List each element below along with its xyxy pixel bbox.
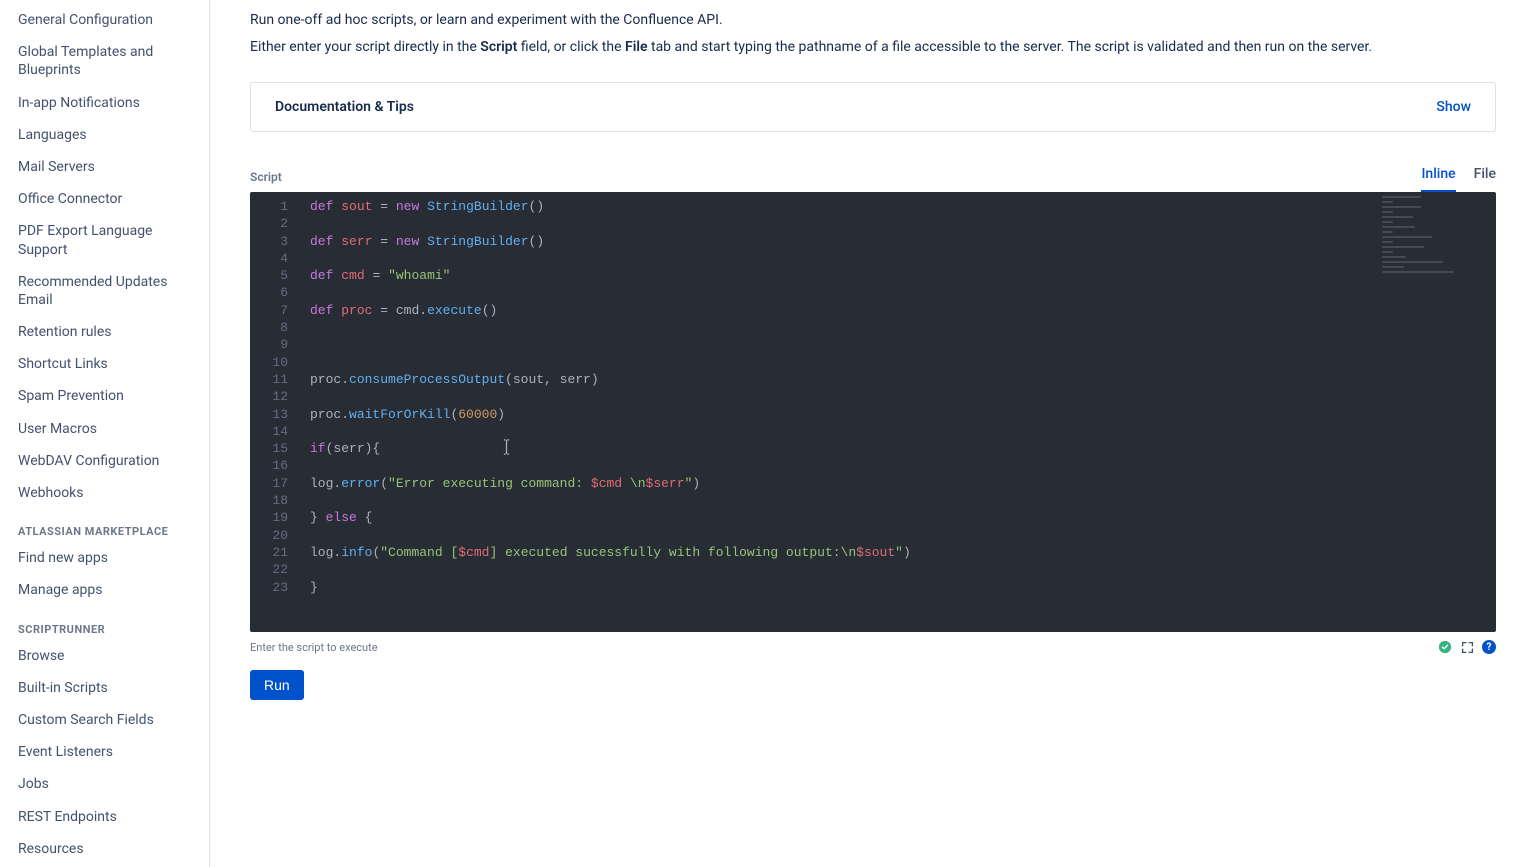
sidebar-item[interactable]: Event Listeners [0,736,209,768]
intro-text: Run one-off ad hoc scripts, or learn and… [250,10,1496,58]
sidebar-item[interactable]: In-app Notifications [0,87,209,119]
intro-line-2: Either enter your script directly in the… [250,37,1496,58]
editor-code[interactable]: def sout = new StringBuilder() def serr … [298,198,1496,596]
sidebar-item[interactable]: PDF Export Language Support [0,215,209,265]
editor-gutter: 1234567891011121314151617181920212223 [250,198,298,596]
tab-inline[interactable]: Inline [1421,160,1455,192]
intro-line-1: Run one-off ad hoc scripts, or learn and… [250,10,1496,31]
script-source-tabs: Inline File [1421,160,1496,192]
sidebar-item[interactable]: User Macros [0,413,209,445]
sidebar-group-scriptrunner: BrowseBuilt-in ScriptsCustom Search Fiel… [0,640,209,867]
sidebar-item[interactable]: Shortcut Links [0,348,209,380]
validation-success-icon [1438,640,1452,654]
script-field-label: Script [250,170,282,192]
main-content: Run one-off ad hoc scripts, or learn and… [210,0,1536,867]
sidebar-item[interactable]: Mail Servers [0,151,209,183]
help-icon[interactable]: ? [1482,640,1496,654]
admin-sidebar: General ConfigurationGlobal Templates an… [0,0,210,867]
sidebar-item[interactable]: Office Connector [0,183,209,215]
sidebar-item[interactable]: Jobs [0,768,209,800]
sidebar-group-title-marketplace: ATLASSIAN MARKETPLACE [0,509,209,542]
docs-title: Documentation & Tips [275,99,414,115]
run-button[interactable]: Run [250,670,304,700]
documentation-tips-bar: Documentation & Tips Show [250,82,1496,132]
sidebar-item[interactable]: General Configuration [0,4,209,36]
sidebar-group-title-scriptrunner: SCRIPTRUNNER [0,607,209,640]
tab-file[interactable]: File [1474,160,1496,192]
sidebar-item[interactable]: Webhooks [0,477,209,509]
sidebar-item[interactable]: Resources [0,833,209,865]
sidebar-group-marketplace: Find new appsManage apps [0,542,209,606]
editor-hint: Enter the script to execute [250,641,378,654]
sidebar-item[interactable]: Recommended Updates Email [0,266,209,316]
sidebar-group-config: General ConfigurationGlobal Templates an… [0,4,209,509]
docs-show-link[interactable]: Show [1436,99,1471,115]
editor-status-icons: ? [1438,640,1496,654]
sidebar-item[interactable]: Languages [0,119,209,151]
editor-footer: Enter the script to execute ? [250,640,1496,654]
sidebar-item[interactable]: Manage apps [0,574,209,606]
sidebar-item[interactable]: Browse [0,640,209,672]
sidebar-item[interactable]: WebDAV Configuration [0,445,209,477]
script-editor[interactable]: 1234567891011121314151617181920212223 de… [250,192,1496,632]
sidebar-item[interactable]: Global Templates and Blueprints [0,36,209,86]
sidebar-item[interactable]: Find new apps [0,542,209,574]
sidebar-item[interactable]: Custom Search Fields [0,704,209,736]
sidebar-item[interactable]: Built-in Scripts [0,672,209,704]
sidebar-item[interactable]: REST Endpoints [0,801,209,833]
script-header-row: Script Inline File [250,160,1496,192]
sidebar-item[interactable]: Spam Prevention [0,380,209,412]
fullscreen-icon[interactable] [1460,640,1474,654]
sidebar-item[interactable]: Retention rules [0,316,209,348]
